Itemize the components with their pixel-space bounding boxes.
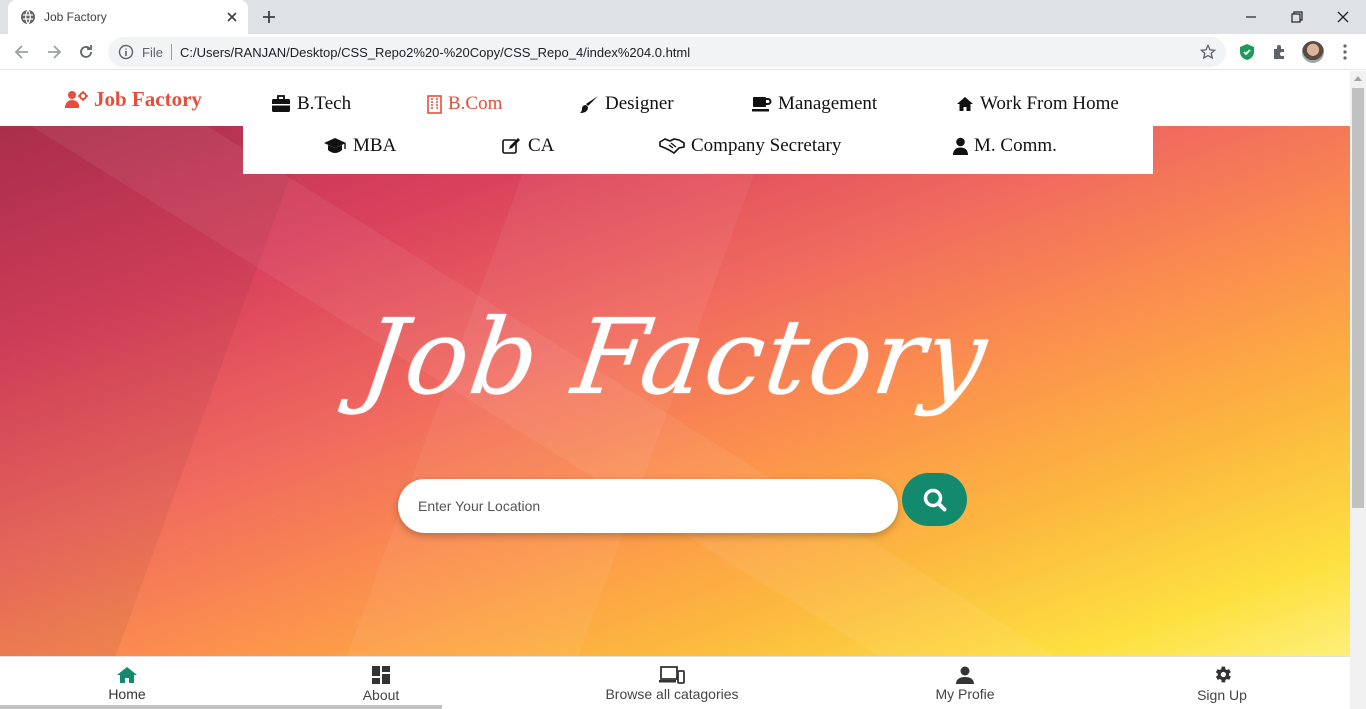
browser-tab-strip: Job Factory	[0, 0, 1366, 34]
menu-dots-icon[interactable]	[1335, 42, 1355, 62]
nav-label: CA	[528, 135, 555, 156]
edit-icon	[502, 138, 520, 154]
back-icon[interactable]	[12, 42, 32, 62]
page-viewport: Job Factory B.Tech B.Com Designer Manage…	[0, 71, 1350, 709]
browser-tab[interactable]: Job Factory	[8, 0, 248, 34]
location-search-input[interactable]	[398, 479, 898, 533]
restore-icon[interactable]	[1287, 7, 1307, 27]
reload-icon[interactable]	[76, 42, 96, 62]
horizontal-scrollbar-thumb[interactable]	[0, 705, 442, 709]
brand-logo[interactable]: Job Factory	[64, 87, 202, 112]
nav-item-company-secretary[interactable]: Company Secretary	[659, 135, 841, 157]
handshake-icon	[659, 138, 685, 155]
address-separator	[171, 44, 172, 60]
nav-item-management[interactable]: Management	[752, 93, 877, 115]
nav-item-mcomm[interactable]: M. Comm.	[953, 135, 1057, 157]
nav-label: Designer	[605, 93, 674, 114]
home-icon	[957, 97, 973, 111]
bottom-nav-browse-categories[interactable]: Browse all catagories	[602, 657, 742, 709]
bottom-nav-label: About	[362, 686, 400, 703]
bottom-nav-label: Browse all catagories	[605, 685, 739, 702]
search-button[interactable]	[902, 473, 967, 526]
close-window-icon[interactable]	[1333, 7, 1353, 27]
scroll-up-arrow[interactable]	[1354, 76, 1362, 81]
bottom-navigation: Home About Browse all catagories My Prof…	[0, 656, 1350, 709]
briefcase-icon	[272, 95, 290, 112]
home-icon	[117, 666, 137, 683]
coffee-icon	[752, 97, 772, 112]
bottom-nav-label: Sign Up	[1197, 687, 1247, 703]
bottom-nav-label: My Profie	[935, 685, 995, 702]
bottom-nav-home[interactable]: Home	[96, 657, 158, 709]
sub-navigation: MBA CA Company Secretary M. Comm.	[243, 126, 1153, 174]
nav-item-mba[interactable]: MBA	[323, 135, 396, 157]
graduation-cap-icon	[324, 138, 346, 153]
nav-label: Management	[778, 93, 878, 114]
nav-item-bcom[interactable]: B.Com	[427, 93, 502, 115]
hero-title: Job Factory	[354, 296, 996, 418]
forward-icon[interactable]	[44, 42, 64, 62]
bottom-nav-sign-up[interactable]: Sign Up	[1190, 657, 1254, 709]
minimize-icon[interactable]	[1241, 7, 1261, 27]
extensions-puzzle-icon[interactable]	[1270, 42, 1290, 62]
close-tab-icon[interactable]	[224, 9, 240, 25]
user-icon	[953, 137, 968, 155]
nav-label: M. Comm.	[974, 135, 1057, 156]
scrollbar-thumb[interactable]	[1352, 88, 1364, 508]
address-bar[interactable]: File C:/Users/RANJAN/Desktop/CSS_Repo2%2…	[108, 37, 1226, 67]
nav-item-btech[interactable]: B.Tech	[271, 93, 351, 115]
nav-item-work-from-home[interactable]: Work From Home	[956, 93, 1119, 115]
person-icon	[956, 666, 974, 684]
nav-item-designer[interactable]: Designer	[580, 93, 674, 115]
file-label: File	[142, 45, 163, 60]
tab-title: Job Factory	[44, 10, 107, 24]
bottom-nav-about[interactable]: About	[351, 657, 411, 709]
paint-brush-icon	[580, 95, 598, 113]
search-icon	[923, 488, 946, 511]
new-tab-icon[interactable]	[260, 8, 278, 26]
top-navigation: Job Factory B.Tech B.Com Designer Manage…	[0, 71, 1350, 126]
nav-label: Work From Home	[980, 93, 1119, 114]
users-cog-icon	[65, 90, 88, 108]
bookmark-star-icon[interactable]	[1200, 44, 1216, 60]
vertical-scrollbar[interactable]	[1350, 71, 1366, 709]
globe-icon	[21, 9, 35, 25]
nav-label: Company Secretary	[691, 135, 842, 156]
brand-label: Job Factory	[94, 87, 202, 111]
shield-extension-icon[interactable]	[1237, 42, 1257, 62]
settings-icon	[1215, 666, 1231, 683]
url-text[interactable]: C:/Users/RANJAN/Desktop/CSS_Repo2%20-%20…	[180, 45, 690, 60]
nav-label: B.Com	[448, 93, 503, 114]
info-icon[interactable]	[118, 44, 134, 60]
bottom-nav-my-profile[interactable]: My Profie	[930, 657, 1000, 709]
profile-avatar[interactable]	[1302, 41, 1324, 63]
nav-item-ca[interactable]: CA	[502, 135, 554, 157]
dashboard-icon	[372, 665, 390, 684]
bottom-nav-label: Home	[108, 685, 146, 702]
devices-icon	[659, 665, 685, 684]
nav-label: MBA	[353, 135, 397, 156]
nav-label: B.Tech	[297, 93, 352, 114]
building-icon	[427, 94, 442, 114]
browser-toolbar: File C:/Users/RANJAN/Desktop/CSS_Repo2%2…	[0, 34, 1366, 70]
